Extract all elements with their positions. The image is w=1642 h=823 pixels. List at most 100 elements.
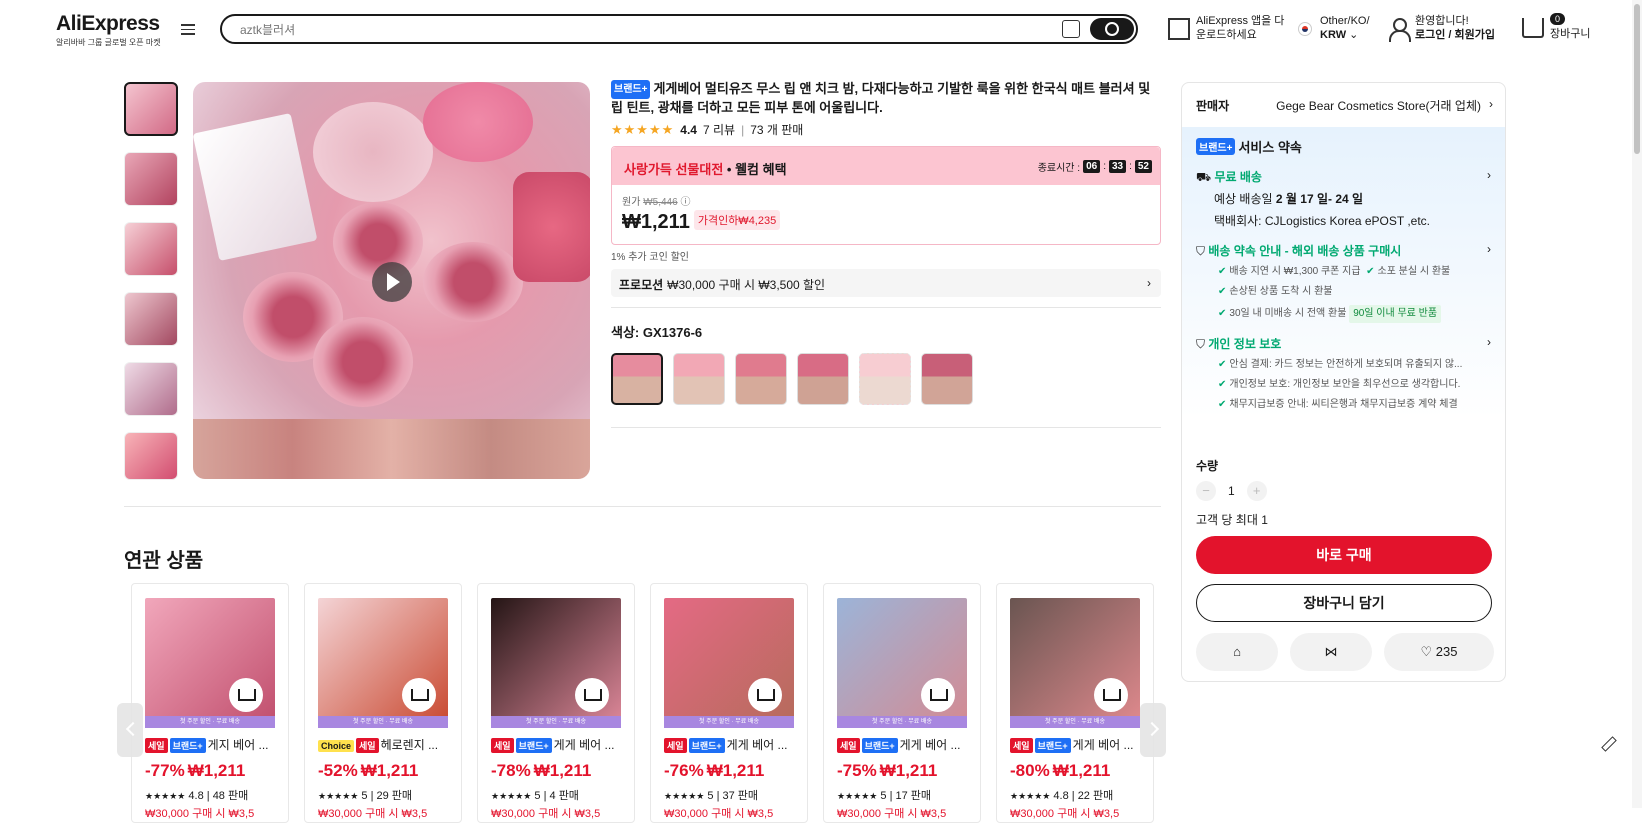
menu-icon[interactable] (181, 24, 195, 36)
check-icon: ✔ (1218, 266, 1227, 277)
original-price: ₩5,446 (643, 197, 678, 208)
product-title-text: 게게베어 멀티유즈 무스 립 앤 치크 밤, 다재다능하고 기발한 룩을 위한 … (611, 81, 1151, 115)
sold-count: 37 판매 (722, 790, 759, 802)
color-swatch[interactable] (611, 353, 663, 405)
cart-icon[interactable] (1522, 18, 1544, 38)
promotion-label: 프로모션 (619, 278, 664, 292)
review-count[interactable]: 7 리뷰 (703, 121, 735, 138)
product-title: 브랜드+ 게게베어 멀티유즈 무스 립 앤 치크 밤, 다재다능하고 기발한 룩을… (611, 80, 1161, 116)
app-download-link[interactable]: AliExpress 앱을 다 운로드하세요 (1196, 14, 1284, 42)
shipping-promise-row[interactable]: ⛉ 배송 약속 안내 - 해외 배송 상품 구매시 › (1196, 242, 1491, 259)
promo-strip: 첫 주문 할인 · 무료 배송 (318, 716, 448, 728)
buy-now-button[interactable]: 바로 구매 (1196, 536, 1492, 574)
brand-badge: 브랜드+ (611, 80, 651, 99)
edit-icon[interactable] (1600, 736, 1616, 752)
check-item: 소포 분실 시 환불 (1377, 266, 1451, 277)
chevron-right-icon: › (1487, 168, 1491, 182)
search-bar (220, 14, 1138, 44)
cart-count-badge: 0 (1550, 13, 1566, 25)
original-price-label: 원가 (622, 197, 641, 208)
rating-value: 4.4 (680, 122, 697, 137)
thumbnail[interactable] (124, 222, 178, 276)
carousel-prev-button[interactable] (117, 703, 143, 757)
logo[interactable]: AliExpress 알리바바 그룹 글로벌 오픈 마켓 (56, 12, 161, 48)
increase-button[interactable]: + (1246, 481, 1267, 501)
add-cart-icon[interactable] (1094, 678, 1128, 712)
region-selector[interactable]: Other/KO/ KRW ⌄ (1320, 14, 1370, 42)
color-swatch[interactable] (673, 353, 725, 405)
qr-icon[interactable] (1168, 18, 1190, 40)
color-swatch[interactable] (797, 353, 849, 405)
user-icon[interactable] (1388, 18, 1411, 42)
share-button[interactable]: ⋈ (1290, 633, 1372, 671)
color-swatch[interactable] (735, 353, 787, 405)
promotion-row[interactable]: 프로모션 ₩30,000 구매 시 ₩3,500 할인 › (611, 269, 1161, 297)
product-name: 게게 베어 ... (726, 738, 788, 752)
app-line-2: 운로드하세요 (1196, 29, 1257, 41)
scrollbar-thumb[interactable] (1634, 4, 1640, 154)
rating-value: 4.8 (1053, 790, 1069, 802)
brand-tag: 브랜드+ (688, 738, 725, 753)
thumbnail[interactable] (124, 432, 178, 480)
thumbnail[interactable] (124, 152, 178, 206)
store-button[interactable]: ⌂ (1196, 633, 1278, 671)
product-card[interactable]: 첫 주문 할인 · 무료 배송 세일 브랜드+ 게게 베어 ... -76% ₩1,2… (650, 583, 808, 823)
decrease-button[interactable]: − (1196, 481, 1216, 501)
header: AliExpress 알리바바 그룹 글로벌 오픈 마켓 AliExpress … (0, 0, 1642, 58)
free-shipping-row[interactable]: ⛟ 무료 배송 › (1196, 168, 1491, 186)
brand-badge: 브랜드+ (1196, 138, 1236, 155)
heart-icon: ♡ (1420, 644, 1433, 659)
rating-value: 5 (707, 790, 714, 802)
eta-date: 2 월 17 일- 24 일 (1275, 192, 1364, 206)
sold-count: 48 판매 (212, 790, 249, 802)
cart-label[interactable]: 장바구니 (1550, 27, 1590, 41)
wishlist-button[interactable]: ♡ 235 (1384, 633, 1494, 671)
product-card[interactable]: 첫 주문 할인 · 무료 배송 Choice 세일 헤로렌지 ... -52% ₩1,… (304, 583, 462, 823)
scrollbar[interactable] (1632, 0, 1642, 808)
search-input[interactable] (240, 20, 1040, 40)
color-swatch[interactable] (921, 353, 973, 405)
product-card[interactable]: 첫 주문 할인 · 무료 배송 세일 브랜드+ 게게 베어 ... -80% ₩1,2… (996, 583, 1154, 823)
account-link[interactable]: 환영합니다! 로그인 / 회원가입 (1415, 14, 1495, 42)
promo-strip: 첫 주문 할인 · 무료 배송 (491, 716, 621, 728)
search-button[interactable] (1090, 18, 1134, 40)
sold-count: 17 판매 (895, 790, 932, 802)
product-card[interactable]: 첫 주문 할인 · 무료 배송 세일 브랜드+ 게게 베어 ... -78% ₩1,2… (477, 583, 635, 823)
thumbnail[interactable] (124, 292, 178, 346)
carousel-next-button[interactable] (1140, 703, 1166, 757)
info-icon[interactable]: ⓘ (680, 197, 690, 208)
add-cart-icon[interactable] (229, 678, 263, 712)
product-card[interactable]: 첫 주문 할인 · 무료 배송 세일 브랜드+ 게지 베어 ... -77% ₩1,2… (131, 583, 289, 823)
thumbnail[interactable] (124, 362, 178, 416)
thumbnail[interactable] (124, 82, 178, 136)
countdown-hours: 06 (1083, 160, 1101, 173)
privacy-row[interactable]: ⛉ 개인 정보 보호 › (1196, 335, 1491, 352)
color-swatch[interactable] (859, 353, 911, 405)
check-icon: ✔ (1366, 266, 1375, 277)
add-cart-icon[interactable] (402, 678, 436, 712)
seller-name: Gege Bear Cosmetics Store(거래 업체) (1276, 99, 1481, 113)
chevron-down-icon: ⌄ (1349, 29, 1359, 41)
seller-row[interactable]: 판매자 Gege Bear Cosmetics Store(거래 업체) › (1182, 83, 1505, 127)
product-card[interactable]: 첫 주문 할인 · 무료 배송 세일 브랜드+ 게게 베어 ... -75% ₩1,2… (823, 583, 981, 823)
check-item: 개인정보 보호: 개인정보 보안을 최우선으로 생각합니다. (1229, 379, 1461, 390)
shield-icon: ⛉ (1196, 337, 1206, 351)
play-icon[interactable] (372, 262, 412, 302)
star-rating-icon: ★★★★★ (145, 791, 186, 801)
add-to-cart-button[interactable]: 장바구니 담기 (1196, 584, 1492, 622)
discount-badge: 가격인하₩4,235 (693, 210, 781, 230)
rating-value: 5 (361, 790, 368, 802)
check-item: 손상된 상품 도착 시 환불 (1229, 286, 1333, 297)
free-shipping: 무료 배송 (1214, 170, 1262, 184)
product-promo: ₩30,000 구매 시 ₩3,5 (837, 808, 947, 820)
product-name: 게게 베어 ... (899, 738, 961, 752)
jar-lid (513, 172, 590, 282)
max-quantity: 고객 당 최대 1 (1196, 513, 1268, 527)
camera-search-icon[interactable] (1062, 20, 1080, 38)
login-signup: 로그인 / 회원가입 (1415, 29, 1496, 41)
return-badge: 90일 이내 무료 반품 (1349, 305, 1442, 323)
add-cart-icon[interactable] (748, 678, 782, 712)
check-item: 배송 지연 시 ₩1,300 쿠폰 지급 (1229, 266, 1361, 277)
add-cart-icon[interactable] (921, 678, 955, 712)
add-cart-icon[interactable] (575, 678, 609, 712)
